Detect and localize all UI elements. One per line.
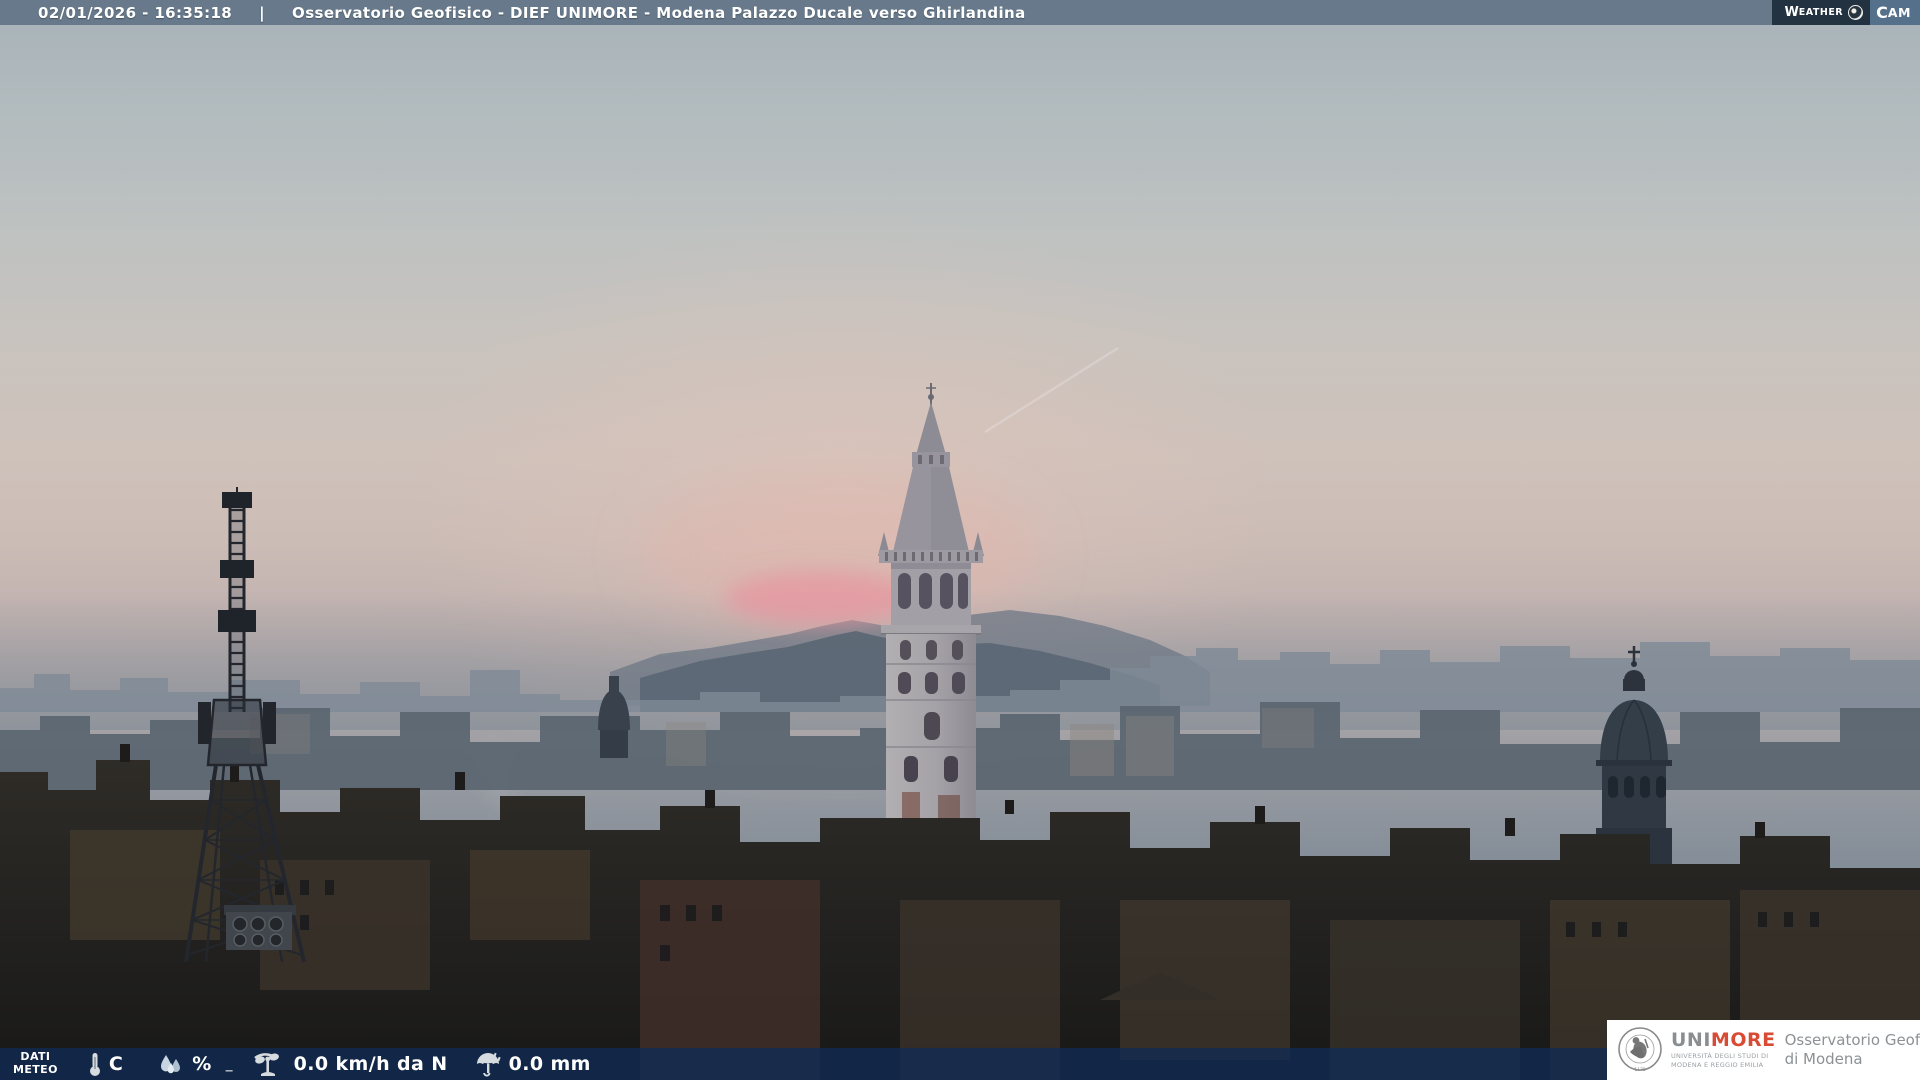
contrail <box>984 346 1119 434</box>
hvac-unit <box>224 905 296 950</box>
rain-icon <box>474 1051 502 1077</box>
university-subtitle-line1: UNIVERSITÀ DEGLI STUDI DI <box>1671 1052 1769 1061</box>
humidity-value: % <box>192 1053 212 1075</box>
unimore-more: MORE <box>1710 1029 1776 1052</box>
webcam-viewer: 02/01/2026 - 16:35:18 | Osservatorio Geo… <box>0 0 1920 1080</box>
unimore-seal: 1175 <box>1618 1027 1662 1073</box>
header-separator: | <box>259 3 266 22</box>
unimore-branding[interactable]: 1175 UNIMORE UNIVERSITÀ DEGLI STUDI DI M… <box>1607 1020 1920 1080</box>
temperature-value: C <box>108 1053 124 1075</box>
webcam-image <box>0 346 1920 1080</box>
dati-meteo-label: DATI METEO <box>13 1050 58 1076</box>
cam-initial: C <box>1876 3 1888 22</box>
timestamp: 02/01/2026 - 16:35:18 <box>38 3 233 22</box>
cam-rest: AM <box>1887 5 1911 20</box>
weather-initial: W <box>1784 5 1799 20</box>
wind-icon <box>253 1050 287 1078</box>
missing-value-dash: _ <box>225 1056 233 1072</box>
weather-rest: EATHER <box>1798 7 1844 18</box>
ghirlandina-tower <box>878 383 984 830</box>
thermometer-icon <box>88 1051 102 1077</box>
weathercam-logo[interactable]: W EATHER C AM <box>1772 0 1920 25</box>
unimore-wordmark: UNIMORE UNIVERSITÀ DEGLI STUDI DI MODENA… <box>1671 1029 1776 1069</box>
seal-year: 1175 <box>1634 1067 1646 1073</box>
humidity-icon <box>157 1051 185 1077</box>
webcam-lens-icon <box>1848 5 1864 20</box>
rain-value: 0.0 mm <box>508 1053 591 1075</box>
page-title: Osservatorio Geofisico - DIEF UNIMORE - … <box>292 3 1026 22</box>
university-subtitle-line2: MODENA E REGGIO EMILIA <box>1671 1060 1764 1069</box>
header-bar: 02/01/2026 - 16:35:18 | Osservatorio Geo… <box>0 0 1920 25</box>
weathercam-logo-weather: W EATHER <box>1772 0 1871 25</box>
observatory-name: Osservatorio Geofisico di Modena <box>1784 1030 1920 1069</box>
unimore-uni: UNI <box>1671 1029 1711 1052</box>
wind-value: 0.0 km/h da N <box>293 1053 448 1075</box>
weathercam-logo-cam: C AM <box>1870 0 1920 25</box>
